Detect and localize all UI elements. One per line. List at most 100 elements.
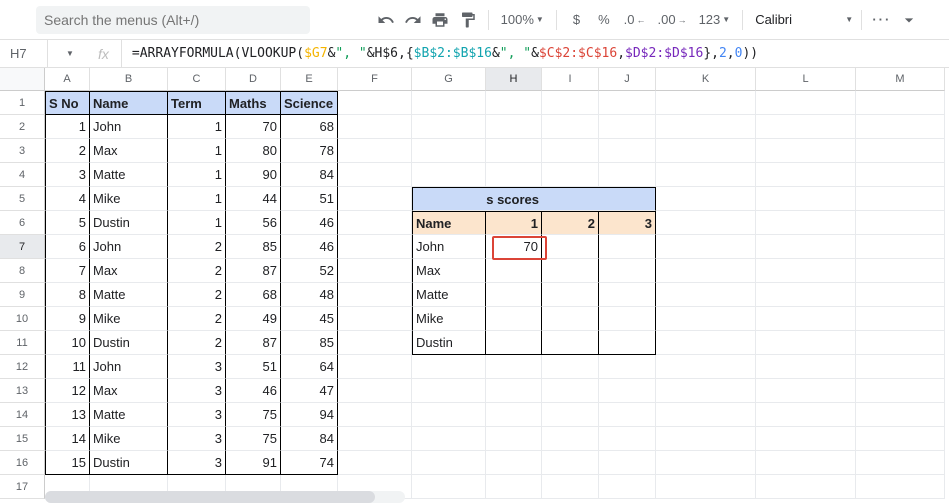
col-header-M[interactable]: M bbox=[856, 68, 945, 91]
cell-J6[interactable]: 3 bbox=[599, 211, 656, 235]
increase-decimal-icon[interactable]: .00→ bbox=[654, 12, 691, 27]
cell-J15[interactable] bbox=[599, 427, 656, 451]
cell-I15[interactable] bbox=[542, 427, 599, 451]
cell-C16[interactable]: 3 bbox=[168, 451, 226, 475]
chevron-down-icon[interactable] bbox=[898, 8, 921, 32]
cell-M15[interactable] bbox=[856, 427, 945, 451]
decrease-decimal-icon[interactable]: .0← bbox=[620, 12, 650, 27]
cell-F15[interactable] bbox=[338, 427, 412, 451]
cell-M16[interactable] bbox=[856, 451, 945, 475]
row-header-5[interactable]: 5 bbox=[0, 187, 45, 211]
cell-K17[interactable] bbox=[656, 475, 756, 499]
zoom-dropdown[interactable]: 100% ▼ bbox=[497, 12, 548, 27]
cell-K12[interactable] bbox=[656, 355, 756, 379]
cell-G15[interactable] bbox=[412, 427, 486, 451]
cell-J4[interactable] bbox=[599, 163, 656, 187]
cell-G16[interactable] bbox=[412, 451, 486, 475]
spreadsheet-grid[interactable]: A B C D E F G H I J K L M 1 S No Name Te… bbox=[0, 68, 949, 503]
cell-K8[interactable] bbox=[656, 259, 756, 283]
row-header-16[interactable]: 16 bbox=[0, 451, 45, 475]
row-header-7[interactable]: 7 bbox=[0, 235, 45, 259]
cell-C13[interactable]: 3 bbox=[168, 379, 226, 403]
cell-A11[interactable]: 10 bbox=[45, 331, 90, 355]
cell-J3[interactable] bbox=[599, 139, 656, 163]
cell-A9[interactable]: 8 bbox=[45, 283, 90, 307]
cell-A12[interactable]: 11 bbox=[45, 355, 90, 379]
cell-C2[interactable]: 1 bbox=[168, 115, 226, 139]
cell-J17[interactable] bbox=[599, 475, 656, 499]
cell-H14[interactable] bbox=[486, 403, 542, 427]
cell-C15[interactable]: 3 bbox=[168, 427, 226, 451]
cell-H17[interactable] bbox=[486, 475, 542, 499]
cell-D8[interactable]: 87 bbox=[226, 259, 281, 283]
cell-C11[interactable]: 2 bbox=[168, 331, 226, 355]
formula-input[interactable]: =ARRAYFORMULA(VLOOKUP($G7&", "&H$6,{$B$2… bbox=[122, 46, 758, 61]
cell-E13[interactable]: 47 bbox=[281, 379, 338, 403]
cell-H11[interactable] bbox=[486, 331, 542, 355]
cell-H12[interactable] bbox=[486, 355, 542, 379]
cell-H8[interactable] bbox=[486, 259, 542, 283]
cell-D1[interactable]: Maths bbox=[226, 91, 281, 115]
cell-L6[interactable] bbox=[756, 211, 856, 235]
cell-M4[interactable] bbox=[856, 163, 945, 187]
cell-A8[interactable]: 7 bbox=[45, 259, 90, 283]
cell-E7[interactable]: 46 bbox=[281, 235, 338, 259]
cell-D3[interactable]: 80 bbox=[226, 139, 281, 163]
cell-I14[interactable] bbox=[542, 403, 599, 427]
cell-E14[interactable]: 94 bbox=[281, 403, 338, 427]
cell-L3[interactable] bbox=[756, 139, 856, 163]
cell-E8[interactable]: 52 bbox=[281, 259, 338, 283]
cell-C10[interactable]: 2 bbox=[168, 307, 226, 331]
col-header-K[interactable]: K bbox=[656, 68, 756, 91]
cell-A6[interactable]: 5 bbox=[45, 211, 90, 235]
row-header-8[interactable]: 8 bbox=[0, 259, 45, 283]
cell-A5[interactable]: 4 bbox=[45, 187, 90, 211]
cell-I11[interactable] bbox=[542, 331, 599, 355]
cell-A1[interactable]: S No bbox=[45, 91, 90, 115]
cell-H10[interactable] bbox=[486, 307, 542, 331]
cell-H13[interactable] bbox=[486, 379, 542, 403]
cell-I3[interactable] bbox=[542, 139, 599, 163]
cell-E6[interactable]: 46 bbox=[281, 211, 338, 235]
currency-icon[interactable]: $ bbox=[565, 8, 588, 32]
cell-D14[interactable]: 75 bbox=[226, 403, 281, 427]
cell-B13[interactable]: Max bbox=[90, 379, 168, 403]
cell-L5[interactable] bbox=[756, 187, 856, 211]
cell-B10[interactable]: Mike bbox=[90, 307, 168, 331]
cell-I10[interactable] bbox=[542, 307, 599, 331]
cell-E10[interactable]: 45 bbox=[281, 307, 338, 331]
cell-L16[interactable] bbox=[756, 451, 856, 475]
cell-F2[interactable] bbox=[338, 115, 412, 139]
cell-A16[interactable]: 15 bbox=[45, 451, 90, 475]
cell-H5[interactable]: Maths scores bbox=[486, 187, 542, 211]
name-box[interactable]: H7 bbox=[0, 40, 48, 67]
col-header-J[interactable]: J bbox=[599, 68, 656, 91]
cell-G12[interactable] bbox=[412, 355, 486, 379]
paint-format-icon[interactable] bbox=[456, 8, 479, 32]
cell-F6[interactable] bbox=[338, 211, 412, 235]
cell-D13[interactable]: 46 bbox=[226, 379, 281, 403]
cell-H15[interactable] bbox=[486, 427, 542, 451]
cell-H6[interactable]: 1 bbox=[486, 211, 542, 235]
row-header-14[interactable]: 14 bbox=[0, 403, 45, 427]
font-dropdown[interactable]: Calibri bbox=[751, 12, 841, 27]
cell-J5[interactable] bbox=[599, 187, 656, 211]
more-icon[interactable]: ··· bbox=[870, 8, 893, 32]
cell-M9[interactable] bbox=[856, 283, 945, 307]
redo-icon[interactable] bbox=[401, 8, 424, 32]
name-box-dropdown[interactable]: ▼ bbox=[48, 40, 92, 67]
cell-L15[interactable] bbox=[756, 427, 856, 451]
cell-H2[interactable] bbox=[486, 115, 542, 139]
cell-J10[interactable] bbox=[599, 307, 656, 331]
cell-J2[interactable] bbox=[599, 115, 656, 139]
cell-H3[interactable] bbox=[486, 139, 542, 163]
col-header-A[interactable]: A bbox=[45, 68, 90, 91]
col-header-F[interactable]: F bbox=[338, 68, 412, 91]
cell-C3[interactable]: 1 bbox=[168, 139, 226, 163]
cell-L9[interactable] bbox=[756, 283, 856, 307]
cell-K4[interactable] bbox=[656, 163, 756, 187]
percent-icon[interactable]: % bbox=[592, 8, 615, 32]
cell-E3[interactable]: 78 bbox=[281, 139, 338, 163]
col-header-D[interactable]: D bbox=[226, 68, 281, 91]
cell-F7[interactable] bbox=[338, 235, 412, 259]
